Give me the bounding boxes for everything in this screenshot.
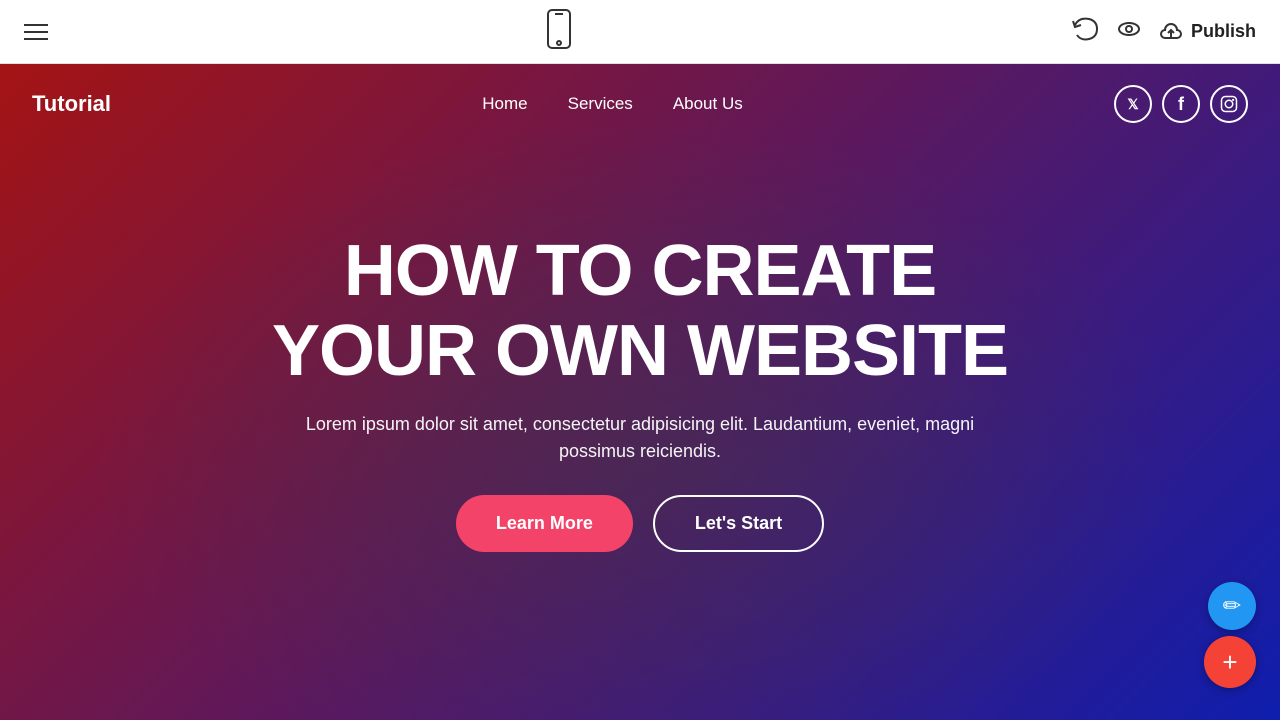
mobile-preview-icon[interactable]: [545, 9, 573, 54]
hero-title-line1: HOW TO CREATE: [344, 231, 936, 311]
instagram-svg: [1220, 95, 1238, 113]
fab-add-button[interactable]: +: [1204, 636, 1256, 688]
toolbar: Publish: [0, 0, 1280, 64]
lets-start-button[interactable]: Let's Start: [653, 495, 824, 552]
site-navigation: Tutorial Home Services About Us 𝕏 f: [0, 64, 1280, 144]
undo-icon[interactable]: [1071, 15, 1099, 48]
nav-links: Home Services About Us: [482, 94, 742, 114]
preview-icon[interactable]: [1115, 15, 1143, 48]
hero-title: HOW TO CREATE YOUR OWN WEBSITE: [272, 232, 1008, 390]
twitter-icon[interactable]: 𝕏: [1114, 85, 1152, 123]
nav-link-home[interactable]: Home: [482, 94, 527, 114]
learn-more-button[interactable]: Learn More: [456, 495, 633, 552]
hero-title-line2: YOUR OWN WEBSITE: [272, 311, 1008, 391]
add-icon: +: [1222, 649, 1237, 675]
instagram-icon[interactable]: [1210, 85, 1248, 123]
hero-content: HOW TO CREATE YOUR OWN WEBSITE Lorem ips…: [240, 232, 1040, 551]
hero-section: Tutorial Home Services About Us 𝕏 f: [0, 64, 1280, 720]
social-icons: 𝕏 f: [1114, 85, 1248, 123]
nav-link-services[interactable]: Services: [568, 94, 633, 114]
hamburger-menu-icon[interactable]: [24, 24, 48, 40]
cloud-upload-icon: [1159, 20, 1183, 44]
fab-edit-button[interactable]: ✏: [1208, 582, 1256, 630]
publish-label: Publish: [1191, 21, 1256, 42]
edit-icon: ✏: [1223, 595, 1241, 617]
hero-subtitle: Lorem ipsum dolor sit amet, consectetur …: [290, 411, 990, 465]
site-logo: Tutorial: [32, 91, 111, 117]
nav-link-about-us[interactable]: About Us: [673, 94, 743, 114]
publish-button[interactable]: Publish: [1159, 20, 1256, 44]
hero-buttons: Learn More Let's Start: [456, 495, 824, 552]
website-preview: Tutorial Home Services About Us 𝕏 f: [0, 64, 1280, 720]
facebook-icon[interactable]: f: [1162, 85, 1200, 123]
